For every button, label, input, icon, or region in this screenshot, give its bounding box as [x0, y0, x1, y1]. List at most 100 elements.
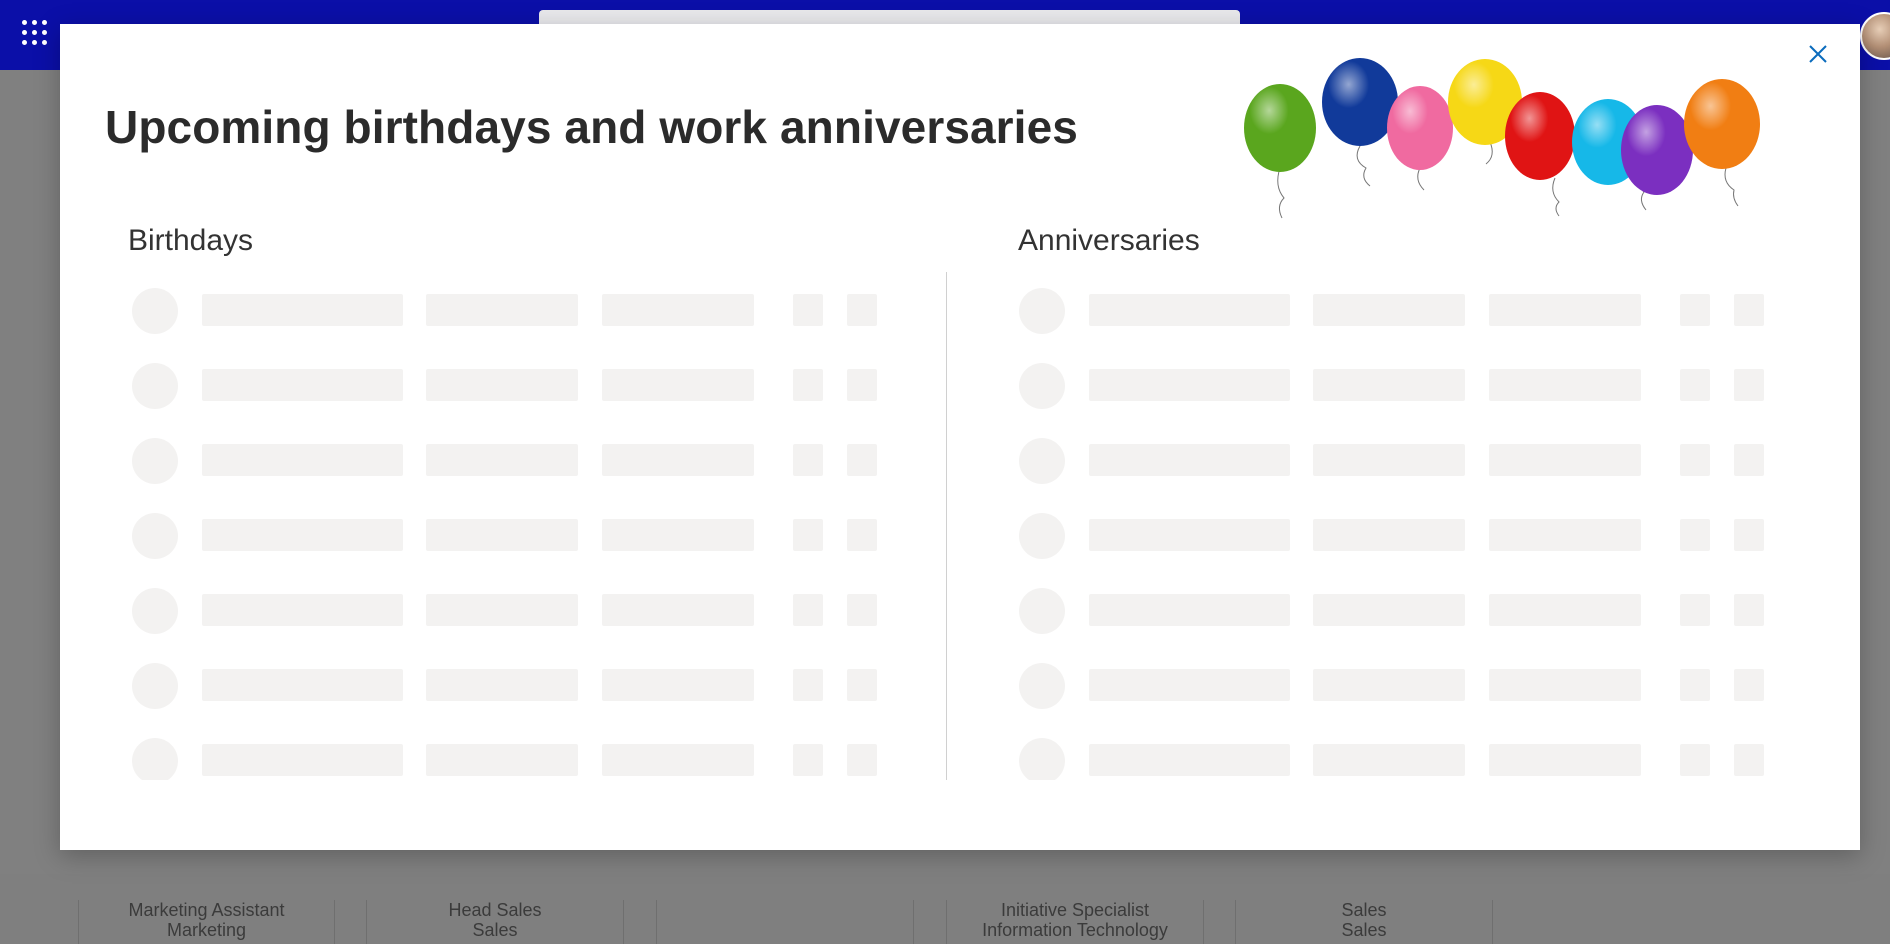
title-placeholder	[1313, 519, 1465, 551]
department-placeholder	[1489, 369, 1641, 401]
title-placeholder	[426, 519, 578, 551]
bg-card-dept: Sales	[1341, 920, 1387, 940]
anniversary-row-skeleton	[1017, 511, 1777, 586]
anniversary-row-skeleton	[1017, 736, 1777, 780]
title-placeholder	[1313, 369, 1465, 401]
avatar-placeholder	[1019, 738, 1065, 780]
bg-card-role: Head Sales	[448, 900, 542, 920]
bg-card-dept: Marketing	[166, 920, 247, 940]
bg-person-card: Sales Sales	[1235, 900, 1493, 944]
dialog-title: Upcoming birthdays and work anniversarie…	[105, 101, 1078, 153]
date-placeholder	[1680, 294, 1710, 326]
title-placeholder	[426, 444, 578, 476]
title-placeholder	[426, 369, 578, 401]
date-placeholder	[793, 744, 823, 776]
title-placeholder	[1313, 294, 1465, 326]
anniversary-row-skeleton	[1017, 436, 1777, 511]
title-placeholder	[1313, 594, 1465, 626]
date-placeholder	[1680, 669, 1710, 701]
avatar-placeholder	[1019, 588, 1065, 634]
date-placeholder	[793, 594, 823, 626]
title-placeholder	[1313, 744, 1465, 776]
name-placeholder	[202, 294, 403, 326]
action-placeholder	[847, 669, 877, 701]
name-placeholder	[1089, 369, 1290, 401]
action-placeholder	[847, 294, 877, 326]
date-placeholder	[1680, 594, 1710, 626]
avatar[interactable]	[1860, 12, 1890, 60]
anniversaries-list	[1017, 286, 1777, 780]
avatar-placeholder	[132, 663, 178, 709]
anniversary-row-skeleton	[1017, 361, 1777, 436]
title-placeholder	[426, 744, 578, 776]
anniversary-row-skeleton	[1017, 286, 1777, 361]
bg-person-card: Head Sales Sales	[366, 900, 624, 944]
action-placeholder	[847, 519, 877, 551]
bg-card-role: Sales	[1341, 900, 1387, 920]
department-placeholder	[602, 669, 754, 701]
column-divider	[946, 272, 947, 780]
name-placeholder	[1089, 594, 1290, 626]
birthdays-heading: Birthdays	[128, 224, 254, 257]
action-placeholder	[1734, 594, 1764, 626]
action-placeholder	[1734, 669, 1764, 701]
department-placeholder	[602, 594, 754, 626]
birthday-row-skeleton	[130, 286, 890, 361]
bg-person-card: Initiative Specialist Information Techno…	[946, 900, 1204, 944]
birthday-row-skeleton	[130, 586, 890, 661]
name-placeholder	[1089, 744, 1290, 776]
bg-person-card: Marketing Assistant Marketing	[78, 900, 335, 944]
department-placeholder	[602, 294, 754, 326]
avatar-placeholder	[132, 288, 178, 334]
department-placeholder	[1489, 294, 1641, 326]
action-placeholder	[847, 744, 877, 776]
birthdays-dialog: Upcoming birthdays and work anniversarie…	[60, 24, 1860, 850]
department-placeholder	[1489, 744, 1641, 776]
department-placeholder	[602, 519, 754, 551]
action-placeholder	[1734, 444, 1764, 476]
avatar-placeholder	[132, 438, 178, 484]
bg-card-dept: Sales	[472, 920, 518, 940]
title-placeholder	[426, 594, 578, 626]
date-placeholder	[1680, 519, 1710, 551]
name-placeholder	[202, 444, 403, 476]
date-placeholder	[793, 444, 823, 476]
avatar-placeholder	[1019, 513, 1065, 559]
avatar-placeholder	[132, 513, 178, 559]
avatar-placeholder	[1019, 663, 1065, 709]
name-placeholder	[202, 519, 403, 551]
birthday-row-skeleton	[130, 736, 890, 780]
bg-person-card	[656, 900, 914, 944]
app-launcher-icon[interactable]	[22, 20, 48, 46]
action-placeholder	[847, 369, 877, 401]
department-placeholder	[1489, 444, 1641, 476]
birthday-row-skeleton	[130, 661, 890, 736]
action-placeholder	[847, 594, 877, 626]
avatar-placeholder	[132, 738, 178, 780]
action-placeholder	[1734, 369, 1764, 401]
avatar-placeholder	[1019, 363, 1065, 409]
close-button[interactable]	[1798, 34, 1838, 74]
department-placeholder	[1489, 519, 1641, 551]
bg-card-dept: Information Technology	[982, 920, 1168, 940]
birthdays-list	[130, 286, 890, 780]
action-placeholder	[1734, 294, 1764, 326]
name-placeholder	[202, 594, 403, 626]
bg-card-role: Initiative Specialist	[1000, 900, 1150, 920]
name-placeholder	[202, 744, 403, 776]
birthday-row-skeleton	[130, 436, 890, 511]
avatar-placeholder	[1019, 438, 1065, 484]
date-placeholder	[1680, 444, 1710, 476]
date-placeholder	[793, 369, 823, 401]
department-placeholder	[602, 744, 754, 776]
date-placeholder	[793, 669, 823, 701]
title-placeholder	[1313, 669, 1465, 701]
birthday-row-skeleton	[130, 361, 890, 436]
name-placeholder	[1089, 294, 1290, 326]
name-placeholder	[202, 369, 403, 401]
balloons-image	[1244, 58, 1760, 219]
name-placeholder	[1089, 669, 1290, 701]
avatar-placeholder	[132, 363, 178, 409]
action-placeholder	[847, 444, 877, 476]
name-placeholder	[202, 669, 403, 701]
